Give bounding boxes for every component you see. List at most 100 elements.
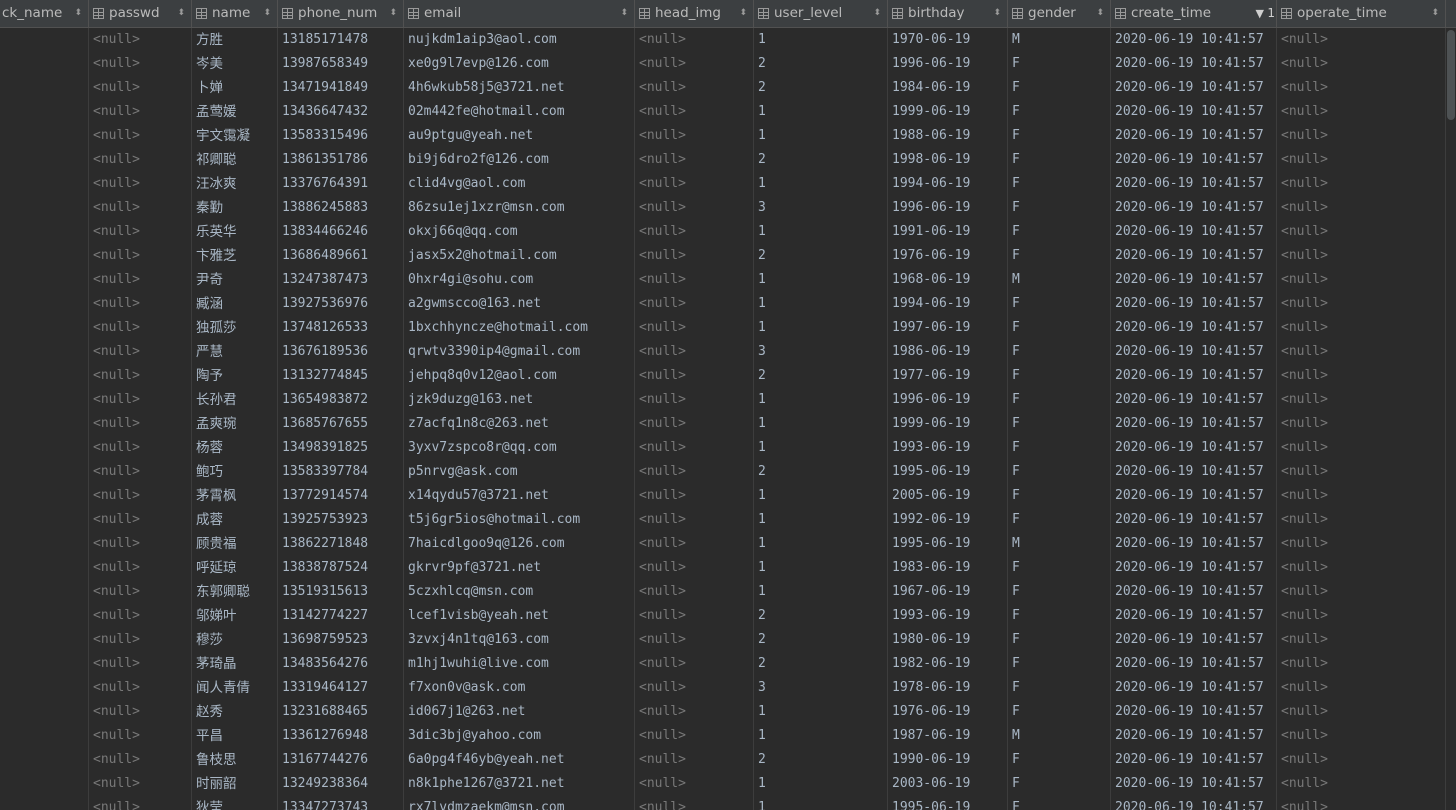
table-row[interactable]: <null> 岑美 13987658349 xe0g9l7evp@126.com <nu… bbox=[0, 52, 1446, 76]
cell-name[interactable]: 茅霄枫 bbox=[192, 484, 278, 508]
vertical-scrollbar[interactable] bbox=[1446, 28, 1456, 810]
table-row[interactable]: <null> 陶予 13132774845 jehpq8q0v12@aol.com <n… bbox=[0, 364, 1446, 388]
cell-nick-name[interactable] bbox=[0, 628, 89, 652]
cell-create-time[interactable]: 2020-06-19 10:41:57 bbox=[1111, 436, 1277, 460]
cell-phone-num[interactable]: 13167744276 bbox=[278, 748, 404, 772]
cell-gender[interactable]: F bbox=[1008, 748, 1111, 772]
cell-passwd[interactable]: <null> bbox=[89, 52, 192, 76]
cell-head-img[interactable]: <null> bbox=[635, 508, 754, 532]
cell-head-img[interactable]: <null> bbox=[635, 196, 754, 220]
cell-passwd[interactable]: <null> bbox=[89, 172, 192, 196]
cell-nick-name[interactable] bbox=[0, 196, 89, 220]
cell-nick-name[interactable] bbox=[0, 484, 89, 508]
table-row[interactable]: <null> 汪冰爽 13376764391 clid4vg@aol.com <null… bbox=[0, 172, 1446, 196]
cell-phone-num[interactable]: 13483564276 bbox=[278, 652, 404, 676]
cell-email[interactable]: lcef1visb@yeah.net bbox=[404, 604, 635, 628]
table-row[interactable]: <null> 孟爽琬 13685767655 z7acfq1n8c@263.net <n… bbox=[0, 412, 1446, 436]
cell-email[interactable]: z7acfq1n8c@263.net bbox=[404, 412, 635, 436]
cell-birthday[interactable]: 1978-06-19 bbox=[888, 676, 1008, 700]
table-row[interactable]: <null> 赵秀 13231688465 id067j1@263.net <null>… bbox=[0, 700, 1446, 724]
table-row[interactable]: <null> 杨蓉 13498391825 3yxv7zspco8r@qq.com <n… bbox=[0, 436, 1446, 460]
cell-operate-time[interactable]: <null> bbox=[1277, 652, 1446, 676]
cell-birthday[interactable]: 1996-06-19 bbox=[888, 388, 1008, 412]
cell-phone-num[interactable]: 13748126533 bbox=[278, 316, 404, 340]
cell-head-img[interactable]: <null> bbox=[635, 652, 754, 676]
cell-gender[interactable]: F bbox=[1008, 244, 1111, 268]
cell-birthday[interactable]: 1982-06-19 bbox=[888, 652, 1008, 676]
cell-birthday[interactable]: 1999-06-19 bbox=[888, 100, 1008, 124]
cell-name[interactable]: 杨蓉 bbox=[192, 436, 278, 460]
cell-nick-name[interactable] bbox=[0, 388, 89, 412]
cell-user-level[interactable]: 1 bbox=[754, 700, 888, 724]
cell-user-level[interactable]: 1 bbox=[754, 172, 888, 196]
cell-birthday[interactable]: 1994-06-19 bbox=[888, 292, 1008, 316]
cell-user-level[interactable]: 1 bbox=[754, 316, 888, 340]
cell-email[interactable]: xe0g9l7evp@126.com bbox=[404, 52, 635, 76]
cell-passwd[interactable]: <null> bbox=[89, 76, 192, 100]
cell-nick-name[interactable] bbox=[0, 676, 89, 700]
cell-name[interactable]: 汪冰爽 bbox=[192, 172, 278, 196]
cell-user-level[interactable]: 2 bbox=[754, 748, 888, 772]
cell-phone-num[interactable]: 13772914574 bbox=[278, 484, 404, 508]
cell-user-level[interactable]: 1 bbox=[754, 508, 888, 532]
cell-phone-num[interactable]: 13925753923 bbox=[278, 508, 404, 532]
cell-name[interactable]: 乐英华 bbox=[192, 220, 278, 244]
cell-birthday[interactable]: 1970-06-19 bbox=[888, 28, 1008, 52]
cell-nick-name[interactable] bbox=[0, 532, 89, 556]
cell-nick-name[interactable] bbox=[0, 772, 89, 796]
cell-gender[interactable]: F bbox=[1008, 220, 1111, 244]
table-row[interactable]: <null> 宇文霭凝 13583315496 au9ptgu@yeah.net <nu… bbox=[0, 124, 1446, 148]
cell-nick-name[interactable] bbox=[0, 52, 89, 76]
table-row[interactable]: <null> 成蓉 13925753923 t5j6gr5ios@hotmail.co… bbox=[0, 508, 1446, 532]
cell-create-time[interactable]: 2020-06-19 10:41:57 bbox=[1111, 748, 1277, 772]
table-row[interactable]: <null> 尹奇 13247387473 0hxr4gi@sohu.com <null… bbox=[0, 268, 1446, 292]
cell-operate-time[interactable]: <null> bbox=[1277, 604, 1446, 628]
cell-head-img[interactable]: <null> bbox=[635, 604, 754, 628]
cell-email[interactable]: 7haicdlgoo9q@126.com bbox=[404, 532, 635, 556]
cell-create-time[interactable]: 2020-06-19 10:41:57 bbox=[1111, 580, 1277, 604]
cell-passwd[interactable]: <null> bbox=[89, 100, 192, 124]
cell-phone-num[interactable]: 13927536976 bbox=[278, 292, 404, 316]
cell-name[interactable]: 孟爽琬 bbox=[192, 412, 278, 436]
cell-head-img[interactable]: <null> bbox=[635, 484, 754, 508]
cell-gender[interactable]: F bbox=[1008, 292, 1111, 316]
cell-user-level[interactable]: 2 bbox=[754, 604, 888, 628]
cell-birthday[interactable]: 1991-06-19 bbox=[888, 220, 1008, 244]
cell-nick-name[interactable] bbox=[0, 796, 89, 810]
column-header-operate-time[interactable]: operate_time ⬍ bbox=[1277, 0, 1446, 27]
cell-birthday[interactable]: 1996-06-19 bbox=[888, 52, 1008, 76]
cell-email[interactable]: a2gwmscco@163.net bbox=[404, 292, 635, 316]
cell-gender[interactable]: F bbox=[1008, 508, 1111, 532]
cell-gender[interactable]: F bbox=[1008, 76, 1111, 100]
cell-operate-time[interactable]: <null> bbox=[1277, 772, 1446, 796]
table-row[interactable]: <null> 穆莎 13698759523 3zvxj4n1tq@163.com <nu… bbox=[0, 628, 1446, 652]
cell-nick-name[interactable] bbox=[0, 172, 89, 196]
cell-email[interactable]: rx7lvdmzaekm@msn.com bbox=[404, 796, 635, 810]
cell-user-level[interactable]: 1 bbox=[754, 556, 888, 580]
cell-head-img[interactable]: <null> bbox=[635, 796, 754, 810]
cell-head-img[interactable]: <null> bbox=[635, 220, 754, 244]
cell-passwd[interactable]: <null> bbox=[89, 148, 192, 172]
cell-gender[interactable]: F bbox=[1008, 460, 1111, 484]
cell-name[interactable]: 顾贵福 bbox=[192, 532, 278, 556]
cell-passwd[interactable]: <null> bbox=[89, 628, 192, 652]
cell-passwd[interactable]: <null> bbox=[89, 340, 192, 364]
cell-email[interactable]: t5j6gr5ios@hotmail.com bbox=[404, 508, 635, 532]
cell-nick-name[interactable] bbox=[0, 580, 89, 604]
cell-create-time[interactable]: 2020-06-19 10:41:57 bbox=[1111, 268, 1277, 292]
cell-user-level[interactable]: 1 bbox=[754, 124, 888, 148]
table-row[interactable]: <null> 严慧 13676189536 qrwtv3390ip4@gmail.co… bbox=[0, 340, 1446, 364]
cell-head-img[interactable]: <null> bbox=[635, 412, 754, 436]
cell-create-time[interactable]: 2020-06-19 10:41:57 bbox=[1111, 388, 1277, 412]
cell-birthday[interactable]: 1976-06-19 bbox=[888, 244, 1008, 268]
column-header-head-img[interactable]: head_img ⬍ bbox=[635, 0, 754, 27]
cell-head-img[interactable]: <null> bbox=[635, 28, 754, 52]
table-row[interactable]: <null> 秦勤 13886245883 86zsu1ej1xzr@msn.com <… bbox=[0, 196, 1446, 220]
cell-operate-time[interactable]: <null> bbox=[1277, 28, 1446, 52]
cell-user-level[interactable]: 2 bbox=[754, 364, 888, 388]
cell-gender[interactable]: F bbox=[1008, 556, 1111, 580]
cell-user-level[interactable]: 1 bbox=[754, 388, 888, 412]
cell-birthday[interactable]: 1995-06-19 bbox=[888, 460, 1008, 484]
column-header-birthday[interactable]: birthday ⬍ bbox=[888, 0, 1008, 27]
cell-head-img[interactable]: <null> bbox=[635, 364, 754, 388]
